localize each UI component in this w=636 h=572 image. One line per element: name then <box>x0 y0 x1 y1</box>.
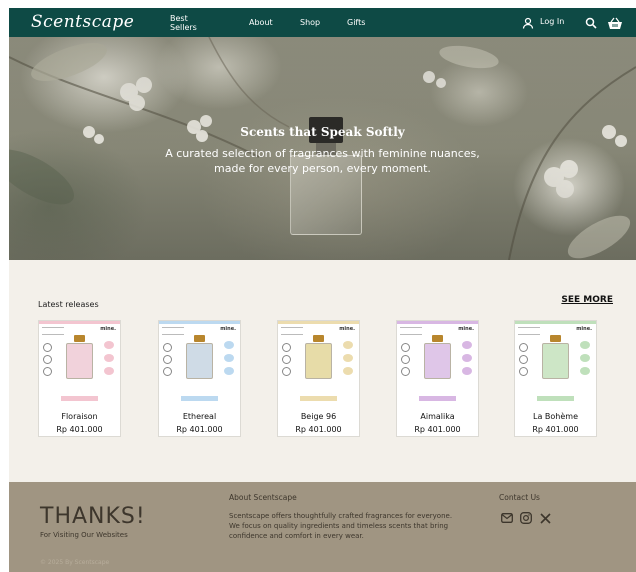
cart-icon[interactable] <box>605 15 625 31</box>
product-list: mine. Floraison Rp 401.000 mine. Ethereal Rp … <box>38 320 618 438</box>
product-brand: mine. <box>100 326 116 332</box>
product-card[interactable]: mine. Aimalika Rp 401.000 <box>396 320 479 437</box>
product-name[interactable]: Ethereal <box>159 412 240 421</box>
product-brand: mine. <box>576 326 592 332</box>
nav-gifts[interactable]: Gifts <box>347 18 365 27</box>
product-card[interactable]: mine. Beige 96 Rp 401.000 <box>277 320 360 437</box>
footer-contact-title: Contact Us <box>499 493 540 502</box>
footer-visiting: For Visiting Our Websites <box>40 531 128 539</box>
product-price: Rp 401.000 <box>176 425 223 434</box>
user-icon[interactable] <box>520 15 536 31</box>
hero-subtitle-line-1: A curated selection of fragrances with f… <box>165 147 480 160</box>
product-image[interactable]: mine. <box>159 321 240 409</box>
hero-subtitle-line-2: made for every person, every moment. <box>214 162 431 175</box>
product-name[interactable]: Floraison <box>39 412 120 421</box>
product-image[interactable]: mine. <box>397 321 478 409</box>
footer-about-text: Scentscape offers thoughtfully crafted f… <box>229 512 453 540</box>
site-logo[interactable]: Scentscape <box>31 12 134 32</box>
product-name[interactable]: Aimalika <box>397 412 478 421</box>
product-name[interactable]: Beige 96 <box>278 412 359 421</box>
instagram-icon[interactable] <box>520 512 532 524</box>
product-brand: mine. <box>339 326 355 332</box>
top-nav-bar: Scentscape Best Sellers About Shop Gifts… <box>9 8 636 37</box>
login-link[interactable]: Log In <box>540 17 564 26</box>
hero-banner: Scents that Speak Softly A curated selec… <box>9 37 636 260</box>
page-frame: Scentscape Best Sellers About Shop Gifts… <box>9 8 636 572</box>
product-price: Rp 401.000 <box>414 425 461 434</box>
mail-icon[interactable] <box>501 512 513 524</box>
product-price: Rp 401.000 <box>295 425 342 434</box>
footer-about-title: About Scentscape <box>229 493 297 502</box>
product-image[interactable]: mine. <box>39 321 120 409</box>
product-image[interactable]: mine. <box>515 321 596 409</box>
product-card[interactable]: mine. Ethereal Rp 401.000 <box>158 320 241 437</box>
footer-thanks: THANKS! <box>40 504 146 529</box>
product-image[interactable]: mine. <box>278 321 359 409</box>
nav-shop[interactable]: Shop <box>300 18 320 27</box>
search-icon[interactable] <box>583 15 599 31</box>
hero-title: Scents that Speak Softly <box>240 125 405 139</box>
footer-copyright: © 2025 By Scentscape <box>40 559 110 566</box>
social-links <box>501 512 551 524</box>
hero-subtitle: A curated selection of fragrances with f… <box>9 146 636 176</box>
product-name[interactable]: La Bohème <box>515 412 596 421</box>
product-price: Rp 401.000 <box>56 425 103 434</box>
product-brand: mine. <box>458 326 474 332</box>
product-card[interactable]: mine. Floraison Rp 401.000 <box>38 320 121 437</box>
nav-about[interactable]: About <box>249 18 273 27</box>
product-brand: mine. <box>220 326 236 332</box>
latest-releases-heading: Latest releases <box>38 300 99 309</box>
x-icon[interactable] <box>539 512 551 524</box>
nav-best-sellers[interactable]: Best Sellers <box>170 14 197 32</box>
product-card[interactable]: mine. La Bohème Rp 401.000 <box>514 320 597 437</box>
product-price: Rp 401.000 <box>532 425 579 434</box>
see-more-link[interactable]: SEE MORE <box>561 295 613 305</box>
